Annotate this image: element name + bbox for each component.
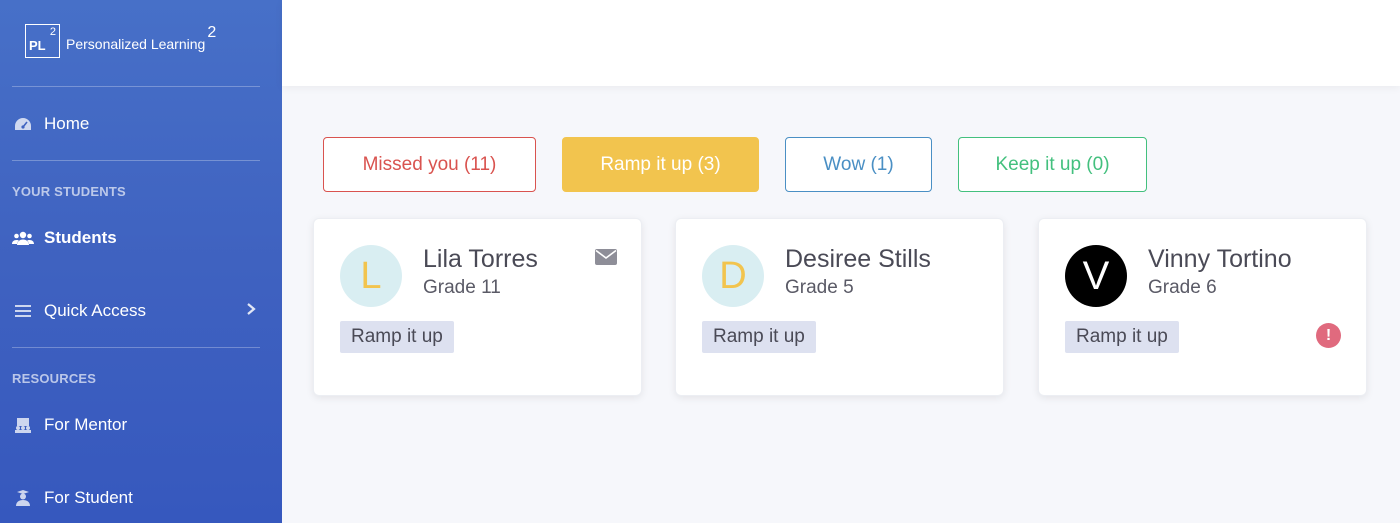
divider bbox=[12, 86, 260, 87]
student-grade: Grade 11 bbox=[423, 277, 501, 298]
logo-mark-text: PL bbox=[29, 38, 46, 53]
dashboard-icon bbox=[12, 115, 34, 133]
graduate-icon bbox=[12, 489, 34, 507]
student-grade: Grade 5 bbox=[785, 277, 854, 298]
nav-home[interactable]: Home bbox=[12, 109, 262, 139]
avatar: V bbox=[1065, 245, 1127, 307]
alert-icon[interactable]: ! bbox=[1316, 323, 1341, 348]
nav-for-student[interactable]: For Student bbox=[12, 483, 262, 513]
nav-students[interactable]: Students bbox=[12, 223, 262, 253]
chevron-right-icon bbox=[246, 301, 256, 321]
divider bbox=[12, 160, 260, 161]
student-name: Desiree Stills bbox=[785, 245, 931, 273]
top-header bbox=[282, 0, 1400, 86]
section-label-resources: RESOURCES bbox=[12, 371, 97, 386]
chalkboard-icon bbox=[12, 416, 34, 434]
nav-home-label: Home bbox=[44, 114, 90, 133]
status-tag: Ramp it up bbox=[1065, 321, 1179, 353]
list-icon bbox=[12, 302, 34, 320]
student-name: Lila Torres bbox=[423, 245, 538, 273]
divider bbox=[12, 347, 260, 348]
avatar: D bbox=[702, 245, 764, 307]
student-card[interactable]: L Lila Torres Grade 11 Ramp it up bbox=[313, 218, 642, 396]
logo-mark: PL 2 bbox=[25, 24, 60, 58]
users-icon bbox=[12, 229, 34, 247]
student-card[interactable]: D Desiree Stills Grade 5 Ramp it up bbox=[675, 218, 1004, 396]
nav-quick-access-label: Quick Access bbox=[44, 301, 147, 320]
status-tag: Ramp it up bbox=[702, 321, 816, 353]
nav-quick-access[interactable]: Quick Access bbox=[12, 296, 262, 326]
filter-wow-button[interactable]: Wow (1) bbox=[785, 137, 932, 192]
nav-for-mentor-label: For Mentor bbox=[44, 415, 128, 434]
student-grade: Grade 6 bbox=[1148, 277, 1217, 298]
brand-name-sup: 2 bbox=[207, 24, 217, 41]
student-card[interactable]: V Vinny Tortino Grade 6 Ramp it up ! bbox=[1038, 218, 1367, 396]
logo-mark-sup: 2 bbox=[49, 26, 56, 38]
filter-missed-you-button[interactable]: Missed you (11) bbox=[323, 137, 536, 192]
filter-keep-it-up-button[interactable]: Keep it up (0) bbox=[958, 137, 1147, 192]
logo[interactable]: PL 2 Personalized Learning 2 bbox=[25, 24, 216, 58]
avatar: L bbox=[340, 245, 402, 307]
filter-ramp-it-up-button[interactable]: Ramp it up (3) bbox=[562, 137, 759, 192]
status-tag: Ramp it up bbox=[340, 321, 454, 353]
section-label-students: YOUR STUDENTS bbox=[12, 184, 126, 199]
nav-students-label: Students bbox=[44, 228, 117, 247]
nav-for-student-label: For Student bbox=[44, 488, 133, 507]
sidebar: PL 2 Personalized Learning 2 Home YOUR S… bbox=[0, 0, 282, 523]
brand-name: Personalized Learning bbox=[66, 36, 206, 52]
mail-icon[interactable] bbox=[595, 249, 617, 270]
nav-for-mentor[interactable]: For Mentor bbox=[12, 410, 262, 440]
student-name: Vinny Tortino bbox=[1148, 245, 1292, 273]
